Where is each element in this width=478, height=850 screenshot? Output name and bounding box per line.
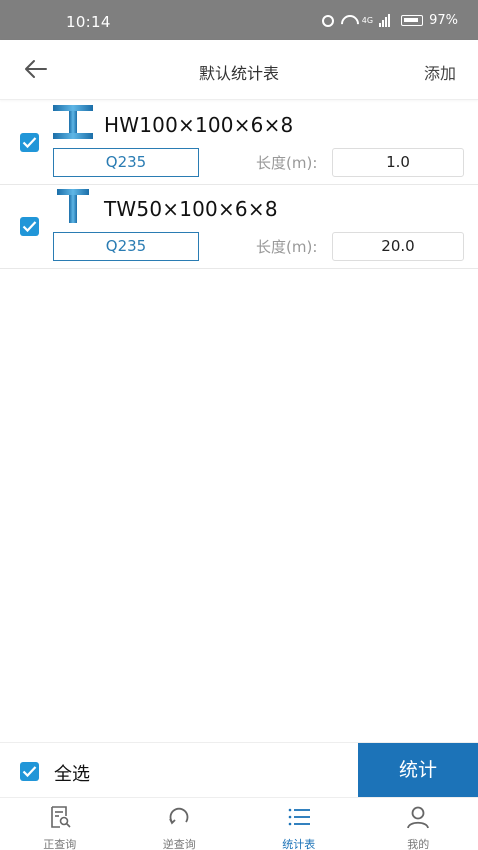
select-all-label[interactable]: 全选 (54, 760, 90, 786)
h-beam-icon (53, 105, 93, 139)
check-icon (22, 137, 37, 149)
length-label: 长度(m): (256, 154, 318, 172)
battery-icon (401, 15, 424, 26)
status-time: 10:14 (66, 13, 111, 31)
refresh-icon (169, 807, 189, 825)
tab-bar: 正查询 逆查询 统计表 我的 (0, 797, 478, 850)
nav-bar: 默认统计表 添加 (0, 40, 478, 100)
tab-mine[interactable]: 我的 (359, 798, 478, 850)
status-icons: 4G 97% (321, 13, 458, 28)
profile-name: TW50×100×6×8 (104, 197, 278, 221)
battery-level: 97% (429, 13, 458, 28)
page-title: 默认统计表 (198, 64, 279, 83)
select-all-checkbox[interactable] (20, 762, 39, 781)
search-doc-icon (50, 806, 71, 828)
list-item: HW100×100×6×8 Q235 长度(m): 1.0 (0, 101, 478, 185)
signal-icon (379, 13, 395, 27)
bottom-action-bar: 全选 统计 (0, 742, 478, 798)
add-button[interactable]: 添加 (424, 60, 456, 84)
network-type: 4G (361, 16, 374, 25)
user-icon (407, 806, 430, 829)
material-selector[interactable]: Q235 (53, 232, 199, 261)
wifi-icon (340, 15, 356, 27)
tab-label: 正查询 (43, 838, 77, 850)
tab-statistics[interactable]: 统计表 (239, 798, 359, 850)
check-icon (22, 221, 37, 233)
item-checkbox[interactable] (20, 217, 39, 236)
item-list: HW100×100×6×8 Q235 长度(m): 1.0 TW50×100×6… (0, 101, 478, 269)
item-checkbox[interactable] (20, 133, 39, 152)
statistics-button[interactable]: 统计 (358, 743, 478, 798)
status-bar: 10:14 4G 97% (0, 0, 478, 40)
t-beam-icon (57, 189, 89, 223)
profile-name: HW100×100×6×8 (104, 113, 294, 137)
tab-reverse-query[interactable]: 逆查询 (120, 798, 240, 850)
length-label: 长度(m): (256, 238, 318, 256)
tab-label: 逆查询 (162, 838, 196, 850)
tab-forward-query[interactable]: 正查询 (0, 798, 120, 850)
alarm-icon (321, 14, 334, 27)
list-icon (288, 808, 310, 826)
check-icon (22, 766, 37, 778)
length-input[interactable]: 20.0 (332, 232, 464, 261)
length-input[interactable]: 1.0 (332, 148, 464, 177)
material-selector[interactable]: Q235 (53, 148, 199, 177)
list-item: TW50×100×6×8 Q235 长度(m): 20.0 (0, 185, 478, 269)
tab-label: 我的 (407, 838, 430, 850)
tab-label: 统计表 (282, 838, 316, 850)
